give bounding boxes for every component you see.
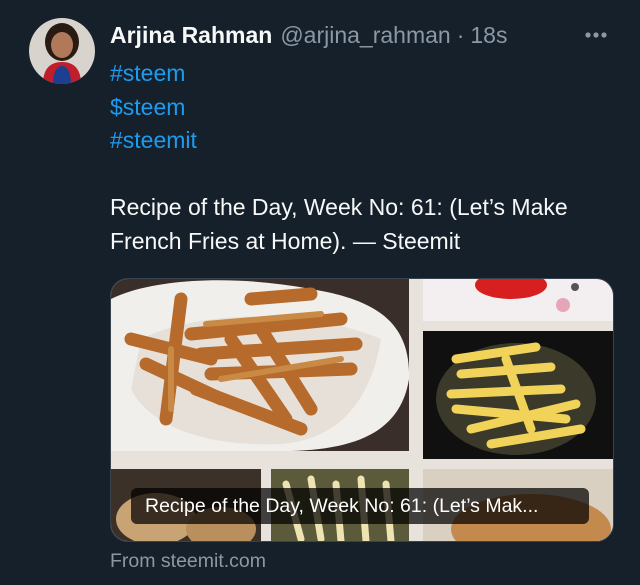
- tweet-text-line-2: French Fries at Home). — Steemit: [110, 227, 461, 254]
- tweet-text: #steem $steem #steemit Recipe of the Day…: [110, 57, 620, 258]
- avatar-image: [29, 18, 95, 84]
- author-handle[interactable]: @arjina_rahman: [280, 22, 450, 49]
- more-horizontal-icon: [585, 32, 607, 38]
- timestamp[interactable]: 18s: [470, 22, 507, 49]
- line-spacer: [110, 158, 620, 192]
- link-source[interactable]: From steemit.com: [110, 550, 266, 573]
- tweet-header: Arjina Rahman @arjina_rahman · 18s: [110, 22, 620, 52]
- more-button[interactable]: [580, 22, 612, 48]
- cashtag-steem[interactable]: $steem: [110, 91, 620, 125]
- link-card-caption: Recipe of the Day, Week No: 61: (Let’s M…: [131, 488, 589, 524]
- header-separator: ·: [456, 22, 465, 48]
- hashtag-steem[interactable]: #steem: [110, 57, 620, 91]
- hashtag-steemit[interactable]: #steemit: [110, 124, 620, 158]
- avatar[interactable]: [29, 18, 95, 84]
- author-name[interactable]: Arjina Rahman: [110, 22, 272, 49]
- tweet-text-line-1: Recipe of the Day, Week No: 61: (Let’s M…: [110, 194, 568, 220]
